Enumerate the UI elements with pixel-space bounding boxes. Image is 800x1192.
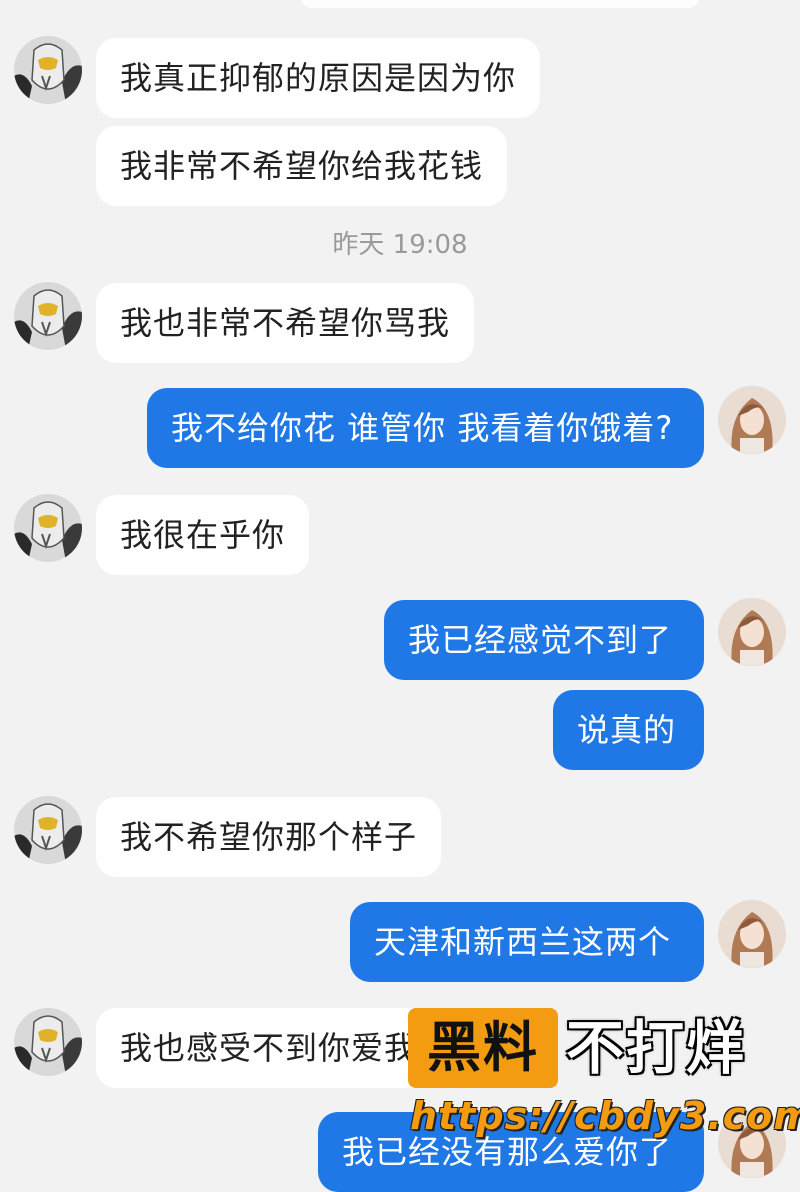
self-avatar[interactable]: [718, 598, 786, 666]
contact-avatar[interactable]: [14, 796, 82, 864]
incoming-message-bubble[interactable]: 我不希望你那个样子: [96, 797, 442, 877]
top-bar-remnant: [300, 0, 700, 8]
incoming-message-bubble[interactable]: 我非常不希望你给我花钱: [96, 126, 508, 206]
contact-avatar[interactable]: [14, 1008, 82, 1076]
contact-avatar[interactable]: [14, 282, 82, 350]
user-photo-avatar-icon: [718, 386, 786, 454]
masked-hero-avatar-icon: [14, 796, 82, 864]
outgoing-message-bubble[interactable]: 天津和新西兰这两个: [350, 902, 704, 982]
masked-hero-avatar-icon: [14, 494, 82, 562]
self-avatar[interactable]: [718, 386, 786, 454]
watermark-url: https://cbdy3.com: [410, 1094, 800, 1138]
self-avatar[interactable]: [718, 900, 786, 968]
watermark-slogan: 不打烊: [566, 1014, 747, 1082]
watermark-overlay: 黑料 不打烊 https://cbdy3.com: [408, 1008, 800, 1167]
message-timestamp: 昨天 19:08: [332, 230, 468, 260]
incoming-message-bubble[interactable]: 我也非常不希望你骂我: [96, 283, 475, 363]
incoming-message-bubble[interactable]: 我也感受不到你爱我: [96, 1008, 442, 1088]
outgoing-message-bubble[interactable]: 我已经感觉不到了: [384, 600, 704, 680]
outgoing-message-bubble[interactable]: 说真的: [553, 690, 704, 770]
masked-hero-avatar-icon: [14, 282, 82, 350]
contact-avatar[interactable]: [14, 494, 82, 562]
masked-hero-avatar-icon: [14, 1008, 82, 1076]
incoming-message-bubble[interactable]: 我很在乎你: [96, 495, 310, 575]
user-photo-avatar-icon: [718, 598, 786, 666]
user-photo-avatar-icon: [718, 900, 786, 968]
outgoing-message-bubble[interactable]: 我不给你花 谁管你 我看着你饿着?: [147, 388, 704, 468]
masked-hero-avatar-icon: [14, 36, 82, 104]
incoming-message-bubble[interactable]: 我真正抑郁的原因是因为你: [96, 38, 541, 118]
watermark-brand: 黑料: [408, 1008, 558, 1088]
contact-avatar[interactable]: [14, 36, 82, 104]
